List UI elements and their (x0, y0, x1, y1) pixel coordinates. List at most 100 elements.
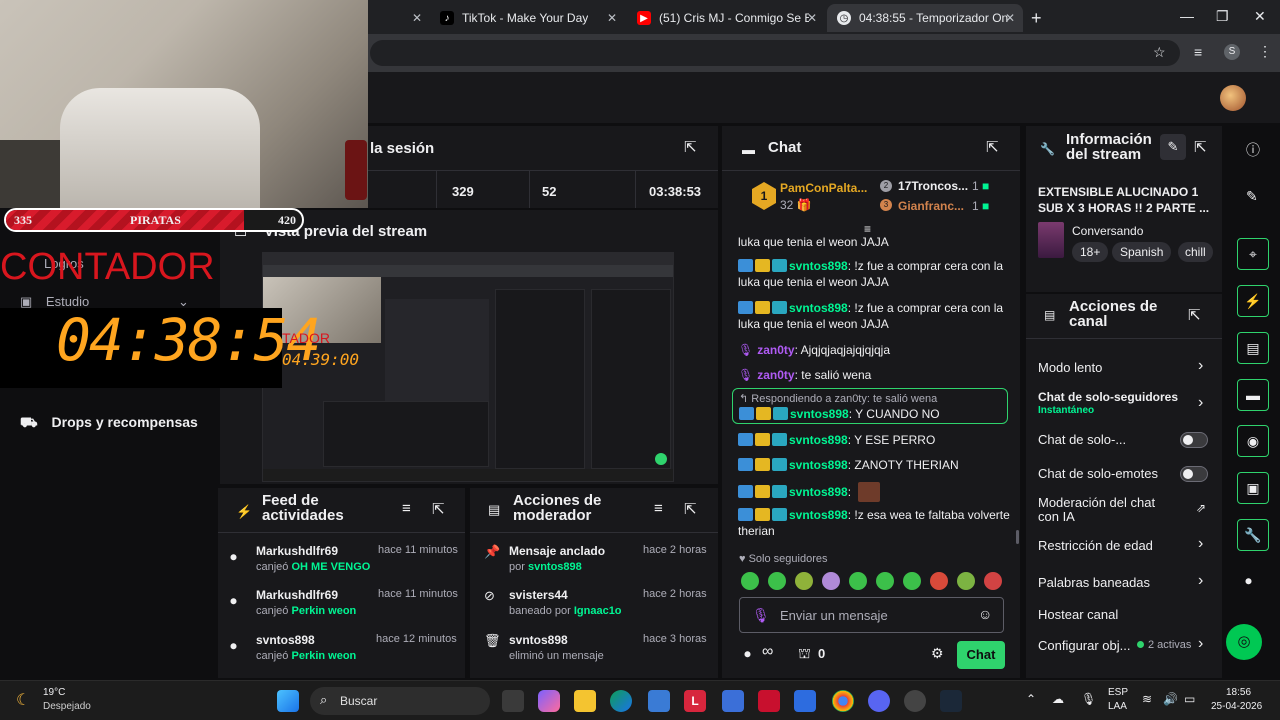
subs-only-toggle[interactable] (1180, 432, 1208, 448)
tray-expand-icon[interactable]: ⌃ (1026, 692, 1036, 706)
banned-words-row[interactable]: Palabras baneadas (1038, 575, 1150, 590)
language-indicator[interactable]: ESP (1108, 687, 1128, 698)
slow-mode-row[interactable]: Modo lento (1038, 360, 1102, 375)
settings-gear-icon[interactable]: ⚙ (931, 645, 944, 662)
ai-moderation-row[interactable]: Moderación del chat con IA (1038, 496, 1178, 524)
followers-only-row[interactable]: Chat de solo-seguidores (1038, 390, 1178, 404)
close-icon[interactable]: ✕ (1005, 11, 1015, 25)
tools-icon[interactable]: 🔧 (1237, 519, 1269, 551)
clock-time[interactable]: 18:56 (1226, 687, 1251, 698)
steam-icon[interactable] (940, 690, 962, 712)
chevron-right-icon[interactable]: › (1198, 535, 1203, 553)
windows-start-icon[interactable] (277, 690, 299, 712)
clock-date[interactable]: 25-04-2026 (1211, 701, 1262, 712)
chat-message[interactable]: svntos898: ZANOTY THERIAN (738, 457, 1010, 473)
host-channel-row[interactable]: Hostear canal (1038, 607, 1118, 622)
emote-icon[interactable] (984, 572, 1002, 590)
info-icon[interactable]: ⓘ (1246, 140, 1260, 160)
leader-name[interactable]: 17Troncos... (898, 179, 968, 193)
notes-icon[interactable]: ▤ (1237, 332, 1269, 364)
chat-message[interactable]: 🎙 zan0ty: Ajqjqjaqjajqjqjqja (738, 342, 1010, 358)
edge-icon[interactable] (610, 690, 632, 712)
emote-icon[interactable] (876, 572, 894, 590)
emoji-icon[interactable]: ☺ (978, 606, 992, 622)
emote-bar[interactable] (741, 572, 1011, 592)
volume-icon[interactable]: 🔊 (1163, 692, 1178, 706)
emote-icon[interactable] (795, 572, 813, 590)
new-tab-button[interactable]: + (1031, 8, 1042, 29)
tab-partial[interactable]: ✕ (370, 4, 430, 32)
chat-message[interactable]: svntos898: (738, 482, 1010, 502)
leader-name[interactable]: PamConPalta... (780, 181, 867, 195)
onedrive-icon[interactable]: ☁ (1052, 692, 1064, 706)
tag-pill[interactable]: 18+ (1072, 242, 1109, 262)
popout-icon[interactable]: ⇱ (432, 500, 445, 518)
weather-temp[interactable]: 19°C (43, 687, 65, 698)
goals-row[interactable]: Configurar obj... (1038, 638, 1131, 653)
maximize-icon[interactable]: ❐ (1216, 8, 1229, 25)
close-icon[interactable]: ✕ (807, 11, 817, 25)
outlook-icon[interactable] (794, 690, 816, 712)
close-icon[interactable]: ✕ (607, 11, 617, 25)
emote-icon[interactable] (849, 572, 867, 590)
popout-icon[interactable]: ⇱ (1188, 306, 1201, 324)
popout-icon[interactable]: ⇱ (684, 138, 697, 156)
chat-message[interactable]: 🎙 zan0ty: te salió wena (738, 367, 1010, 383)
chevron-right-icon[interactable]: › (1198, 357, 1203, 375)
close-window-icon[interactable]: ✕ (1254, 8, 1266, 25)
store-icon[interactable] (648, 690, 670, 712)
bolt-icon[interactable]: ⚡ (1237, 285, 1269, 317)
emote-icon[interactable] (822, 572, 840, 590)
discord-icon[interactable] (868, 690, 890, 712)
emote-only-toggle[interactable] (1180, 466, 1208, 482)
chat-message[interactable]: svntos898: !z esa wea te faltaba volvert… (738, 507, 1010, 539)
media-controls-icon[interactable]: ≡ (1194, 44, 1202, 60)
minimize-icon[interactable]: — (1180, 8, 1194, 24)
copilot-icon[interactable] (538, 690, 560, 712)
filter-icon[interactable]: ≡ (654, 500, 663, 517)
bookmark-star-icon[interactable]: ☆ (1153, 44, 1166, 61)
emote-icon[interactable] (768, 572, 786, 590)
tag-pill[interactable]: Spanish (1112, 242, 1172, 262)
emote-icon[interactable] (741, 572, 759, 590)
emote-icon[interactable] (903, 572, 921, 590)
sidebar-item-drops[interactable]: ⛟ Drops y recompensas (20, 414, 198, 433)
microphone-icon[interactable]: 🎙 (1081, 692, 1096, 706)
filter-icon[interactable]: ≡ (402, 500, 411, 517)
chat-message[interactable]: svntos898: !z fue a comprar cera con la … (738, 300, 1010, 332)
wifi-icon[interactable]: ≋ (1142, 692, 1152, 706)
category-name[interactable]: Conversando (1072, 224, 1143, 238)
tab-timer[interactable]: ◷ 04:38:55 - Temporizador Online ✕ (827, 4, 1023, 32)
chrome-icon[interactable] (832, 690, 854, 712)
chat-input[interactable]: 🎙 Enviar un mensaje ☺ (739, 597, 1004, 633)
file-explorer-icon[interactable] (574, 690, 596, 712)
points-icon[interactable]: ⦁ (1245, 572, 1252, 589)
chat-message[interactable]: luka que tenia el weon JAJA (738, 234, 1010, 250)
bits-box-icon[interactable]: ⛫ (798, 645, 811, 664)
tab-tiktok[interactable]: ♪ TikTok - Make Your Day ✕ (430, 4, 625, 32)
app-l-icon[interactable]: L (684, 690, 706, 712)
user-avatar[interactable] (1220, 85, 1246, 111)
task-view-icon[interactable] (502, 690, 524, 712)
chevron-right-icon[interactable]: › (1198, 572, 1203, 590)
profile-avatar[interactable]: S (1224, 44, 1240, 60)
battery-icon[interactable]: ▭ (1184, 692, 1195, 706)
reply-highlight[interactable]: ↰ Respondiendo a zan0ty: te salió wena s… (732, 388, 1008, 424)
obs-icon[interactable] (904, 690, 926, 712)
taskbar-search[interactable]: ⌕ Buscar (310, 687, 490, 715)
leader-name[interactable]: Gianfranc... (898, 199, 964, 213)
close-icon[interactable]: ✕ (412, 11, 422, 25)
tab-youtube[interactable]: ▶ (51) Cris MJ - Conmigo Se Escap ✕ (627, 4, 825, 32)
chat-message[interactable]: svntos898: !z fue a comprar cera con la … (738, 258, 1010, 290)
keyboard-layout[interactable]: LAA (1108, 701, 1127, 712)
popout-icon[interactable]: ⇱ (986, 138, 999, 156)
weather-desc[interactable]: Despejado (43, 701, 91, 712)
chat-scrollbar[interactable] (1016, 530, 1019, 544)
emote-icon[interactable] (957, 572, 975, 590)
popout-icon[interactable]: ⇱ (1194, 138, 1207, 156)
chevron-right-icon[interactable]: › (1198, 635, 1203, 653)
broadcast-icon[interactable]: ◉ (1237, 425, 1269, 457)
edit-icon[interactable]: ✎ (1246, 188, 1258, 205)
chat-message[interactable]: svntos898: Y ESE PERRO (738, 432, 1010, 448)
points-icon[interactable]: ⦁ (744, 645, 751, 662)
